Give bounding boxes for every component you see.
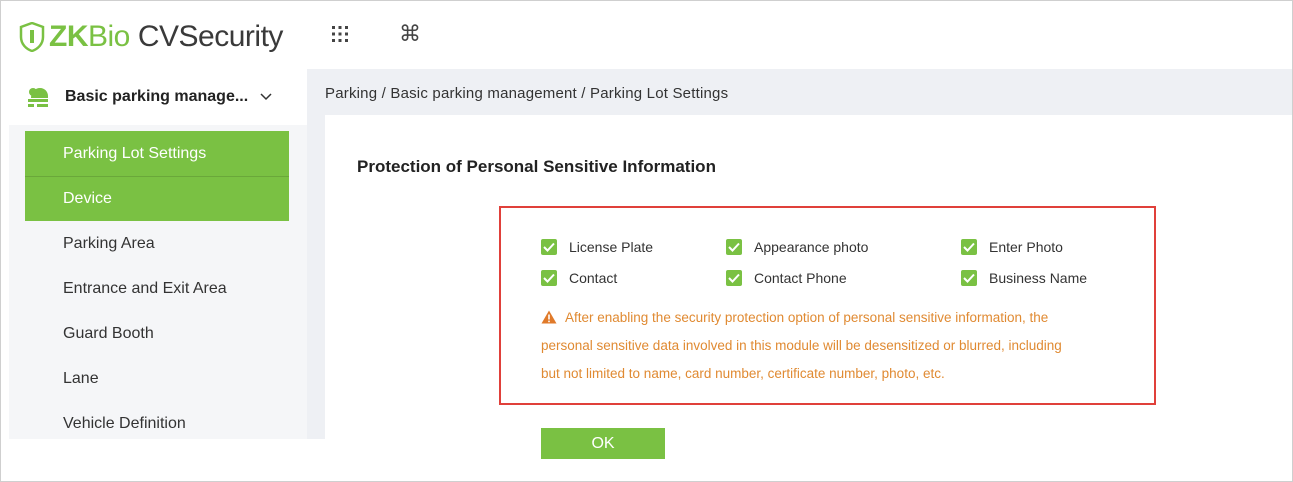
checkmark-icon	[726, 239, 742, 255]
breadcrumb: Parking / Basic parking management / Par…	[325, 85, 729, 102]
option-label: License Plate	[569, 239, 654, 255]
page-title: Protection of Personal Sensitive Informa…	[357, 157, 716, 176]
business-name-checkbox[interactable]: Business Name	[961, 270, 1087, 286]
apps-grid-icon[interactable]	[329, 23, 351, 45]
parking-module-icon	[28, 88, 48, 107]
checkmark-icon	[961, 270, 977, 286]
app-window: ZKBio CVSecurity ⌘ Basic parking manage..…	[0, 0, 1293, 482]
option-label: Appearance photo	[754, 239, 869, 255]
sidebar-item-vehicle-definition[interactable]: Vehicle Definition	[25, 401, 289, 446]
option-label: Business Name	[989, 270, 1088, 286]
warning-line-3: but not limited to name, card number, ce…	[541, 366, 945, 381]
contact-checkbox[interactable]: Contact	[541, 270, 617, 286]
sidebar-item-device[interactable]: Device	[25, 176, 289, 221]
brand-zk: ZK	[49, 20, 89, 53]
checkmark-icon	[541, 239, 557, 255]
appearance-photo-checkbox[interactable]: Appearance photo	[726, 239, 868, 255]
module-label: Basic parking manage...	[65, 88, 249, 105]
sidebar-item-guard-booth[interactable]: Guard Booth	[25, 311, 289, 356]
module-selector[interactable]: Basic parking manage...	[9, 69, 307, 125]
sidebar: Basic parking manage... Parking Lot Sett…	[9, 69, 307, 439]
brand-product: CVSecurity	[137, 20, 284, 53]
contact-phone-checkbox[interactable]: Contact Phone	[726, 270, 847, 286]
enter-photo-checkbox[interactable]: Enter Photo	[961, 239, 1063, 255]
sidebar-item-entrance-exit-area[interactable]: Entrance and Exit Area	[25, 266, 289, 311]
warning-line-2: personal sensitive data involved in this…	[541, 338, 1062, 353]
brand-bio: Bio	[88, 20, 130, 53]
sidebar-menu: Parking Lot Settings Device Parking Area…	[25, 131, 289, 446]
checkmark-icon	[961, 239, 977, 255]
ok-button[interactable]: OK	[541, 428, 665, 459]
chevron-down-icon[interactable]	[260, 93, 272, 101]
option-label: Contact Phone	[754, 270, 847, 286]
warning-message: After enabling the security protection o…	[541, 304, 1141, 388]
license-plate-checkbox[interactable]: License Plate	[541, 239, 653, 255]
warning-line-1: After enabling the security protection o…	[565, 310, 1049, 325]
sidebar-item-lane[interactable]: Lane	[25, 356, 289, 401]
checkmark-icon	[541, 270, 557, 286]
option-label: Contact	[569, 270, 618, 286]
sidebar-item-parking-lot-settings[interactable]: Parking Lot Settings	[25, 131, 289, 176]
checkmark-icon	[726, 270, 742, 286]
option-label: Enter Photo	[989, 239, 1063, 255]
shield-logo-icon	[19, 22, 45, 52]
warning-icon	[541, 310, 557, 324]
app-logo[interactable]: ZKBio CVSecurity	[19, 19, 283, 55]
sidebar-item-parking-area[interactable]: Parking Area	[25, 221, 289, 266]
top-bar: ZKBio CVSecurity ⌘	[1, 1, 1292, 69]
command-icon[interactable]: ⌘	[399, 21, 421, 47]
